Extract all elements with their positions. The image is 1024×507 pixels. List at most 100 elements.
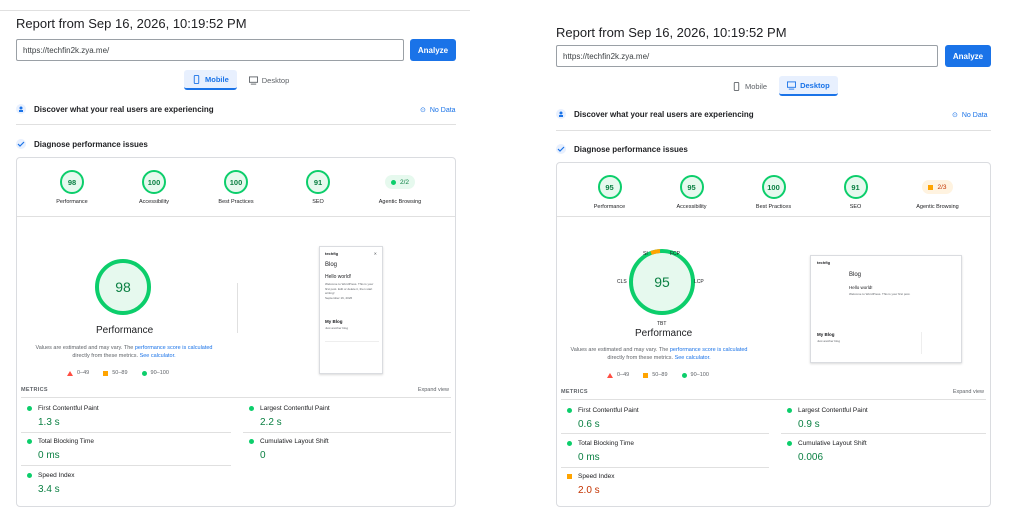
metric-name: Speed Index [578,473,615,480]
tab-desktop[interactable]: Desktop [779,76,838,96]
gauge-accessibility[interactable]: 100 Accessibility [124,170,184,205]
gauge-best-practices[interactable]: 100 Best Practices [744,175,804,210]
gauge-label: Best Practices [218,199,254,205]
gauge-label: Accessibility [139,199,169,205]
ring-label-cls: CLS [617,279,627,285]
diagnose-section[interactable]: Diagnose performance issues [16,139,148,149]
metric-tbt: Total Blocking Time 0 ms [567,440,767,463]
legend-label: 90–100 [690,372,709,378]
gauge-seo[interactable]: 91 SEO [288,170,348,205]
gauge-performance[interactable]: 98 Performance [42,170,102,205]
analyze-button[interactable]: Analyze [410,39,456,61]
gauge-label: SEO [312,199,324,205]
clock-icon: ⊙ [420,107,426,114]
metric-tbt: Total Blocking Time 0 ms [27,438,227,461]
metrics-heading: METRICS [21,387,48,393]
good-dot-icon [567,408,572,413]
gauge-agentic-browsing[interactable]: 2/3 Agentic Browsing [908,175,968,210]
metric-cls: Cumulative Layout Shift 0.006 [787,440,987,463]
metric-value: 2.2 s [260,417,282,428]
metrics-heading: METRICS [561,389,588,395]
diagnose-icon [16,139,26,149]
url-input[interactable] [16,39,404,61]
ring-label-tbt: TBT [657,321,667,327]
diagnose-label: Diagnose performance issues [574,144,688,154]
performance-score: 98 [60,170,84,194]
triangle-icon [607,372,613,378]
metrics-divider [243,432,451,433]
metric-name: Largest Contentful Paint [798,407,868,414]
discover-label: Discover what your real users are experi… [574,109,754,119]
circle-icon [681,372,687,378]
gauge-agentic-browsing[interactable]: 2/2 Agentic Browsing [370,170,430,205]
good-dot-icon [567,441,572,446]
monitor-icon [787,80,797,90]
metric-value: 0 ms [38,450,60,461]
best-practices-score: 100 [761,175,786,199]
metric-speed-index: Speed Index 2.0 s [567,473,767,496]
metric-value: 0 ms [578,452,600,463]
metric-value: 0.006 [798,452,824,463]
thumb-site: techfig [817,260,831,265]
score-calc-link[interactable]: performance score is calculated [135,345,213,351]
good-dot-icon [787,408,792,413]
discover-section[interactable]: Discover what your real users are experi… [16,104,214,114]
expand-view-link[interactable]: Expand view [418,387,449,393]
good-dot-icon [249,406,254,411]
url-input[interactable] [556,45,938,67]
mobile-report-panel: Report from Sep 16, 2026, 10:19:52 PM An… [0,0,470,507]
agentic-score: 2/2 [399,178,410,186]
users-icon [16,104,26,114]
calculator-link[interactable]: See calculator. [140,353,176,359]
metric-name: Cumulative Layout Shift [798,440,867,447]
tab-mobile[interactable]: Mobile [724,76,775,96]
phone-icon [193,74,200,84]
note-text: directly from these metrics. [607,355,674,361]
gauge-best-practices[interactable]: 100 Best Practices [206,170,266,205]
discover-section[interactable]: Discover what your real users are experi… [556,109,754,119]
note-text: Values are estimated and may vary. The [35,345,134,351]
best-practices-score: 100 [224,170,248,194]
legend-label: 50–89 [112,370,128,376]
gauge-accessibility[interactable]: 95 Accessibility [662,175,722,210]
analyze-button[interactable]: Analyze [945,45,991,67]
legend-poor: 0–49 [67,370,89,376]
tab-mobile[interactable]: Mobile [184,70,237,90]
page-screenshot-thumbnail: techfig Blog Hello world! Welcome to Wor… [810,255,962,363]
diagnose-label: Diagnose performance issues [34,139,148,149]
diagnose-section[interactable]: Diagnose performance issues [556,144,688,154]
score-note: Values are estimated and may vary. The p… [559,346,759,362]
metrics-divider [561,399,986,400]
average-square-icon [567,474,572,479]
metric-lcp: Largest Contentful Paint 2.2 s [249,405,449,428]
expand-view-link[interactable]: Expand view [953,389,984,395]
gauge-seo[interactable]: 91 SEO [826,175,886,210]
category-gauges: 98 Performance 100 Accessibility 100 Bes… [17,170,455,205]
tab-desktop[interactable]: Desktop [241,70,298,90]
metric-name: First Contentful Paint [38,405,99,412]
gauge-label: Performance [593,204,626,210]
thumb-tagline: Just another blog [817,339,841,343]
metric-name: Total Blocking Time [38,438,94,445]
tab-mobile-label: Mobile [205,74,229,84]
calculator-link[interactable]: See calculator. [675,355,711,361]
metric-fcp: First Contentful Paint 1.3 s [27,405,227,428]
score-calc-link[interactable]: performance score is calculated [670,347,748,353]
legend-label: 0–49 [617,372,630,378]
accessibility-score: 100 [142,170,166,194]
gauge-label: Best Practices [755,204,792,210]
gauge-performance[interactable]: 95 Performance [580,175,640,210]
metric-name: First Contentful Paint [578,407,639,414]
card-divider [17,216,455,217]
clock-icon: ⊙ [952,112,958,119]
thumb-myblog: My Blog [325,319,343,324]
users-icon [556,109,566,119]
metric-name: Largest Contentful Paint [260,405,330,412]
metrics-divider [561,467,769,468]
good-dot-icon [249,439,254,444]
metric-name: Speed Index [38,472,75,479]
good-dot-icon [27,406,32,411]
metric-cls: Cumulative Layout Shift 0 [249,438,449,461]
thumb-menu-icon: ✕ [373,251,377,256]
section-divider [556,130,991,131]
